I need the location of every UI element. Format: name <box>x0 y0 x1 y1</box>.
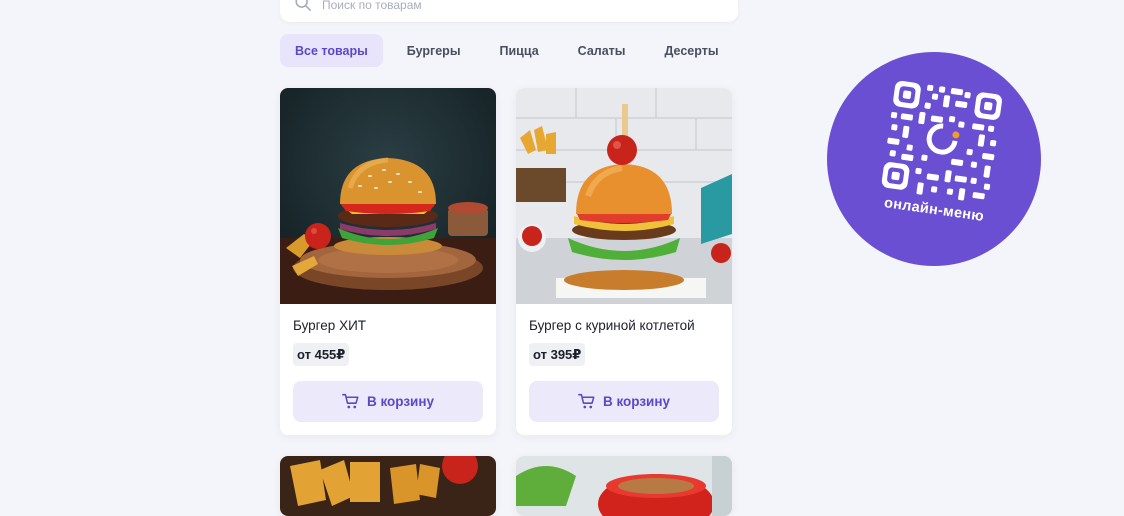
product-name: Бургер ХИТ <box>293 318 367 333</box>
tab-desserts[interactable]: Десерты <box>649 34 733 67</box>
add-to-cart-button[interactable]: В корзину <box>293 381 483 422</box>
product-card[interactable]: Бургер с куриной котлетой от 395₽ В корз… <box>516 88 732 435</box>
product-image[interactable] <box>280 456 496 516</box>
tab-pizza[interactable]: Пицца <box>485 34 554 67</box>
qr-menu-badge[interactable]: онлайн-меню <box>827 52 1041 266</box>
product-card[interactable] <box>516 456 732 516</box>
product-image[interactable] <box>280 88 496 304</box>
product-card[interactable] <box>280 456 496 516</box>
add-to-cart-button[interactable]: В корзину <box>529 381 719 422</box>
qr-code-icon <box>881 80 1002 201</box>
tab-burgers[interactable]: Бургеры <box>392 34 476 67</box>
product-card[interactable]: Бургер ХИТ от 455₽ В корзину <box>280 88 496 435</box>
cart-icon <box>578 393 595 409</box>
search-bar <box>280 0 738 22</box>
search-icon <box>295 0 312 12</box>
product-image[interactable] <box>516 88 732 304</box>
tab-all[interactable]: Все товары <box>280 34 383 67</box>
product-image[interactable] <box>516 456 732 516</box>
add-to-cart-label: В корзину <box>366 394 435 409</box>
product-name: Бургер с куриной котлетой <box>529 318 695 333</box>
tab-salads[interactable]: Салаты <box>563 34 641 67</box>
add-to-cart-label: В корзину <box>602 394 671 409</box>
cart-icon <box>342 393 359 409</box>
category-tabs: Все товары Бургеры Пицца Салаты Десерты <box>280 34 743 67</box>
product-price: от 455₽ <box>293 343 350 366</box>
product-price: от 395₽ <box>529 343 586 366</box>
search-input[interactable] <box>322 0 702 12</box>
